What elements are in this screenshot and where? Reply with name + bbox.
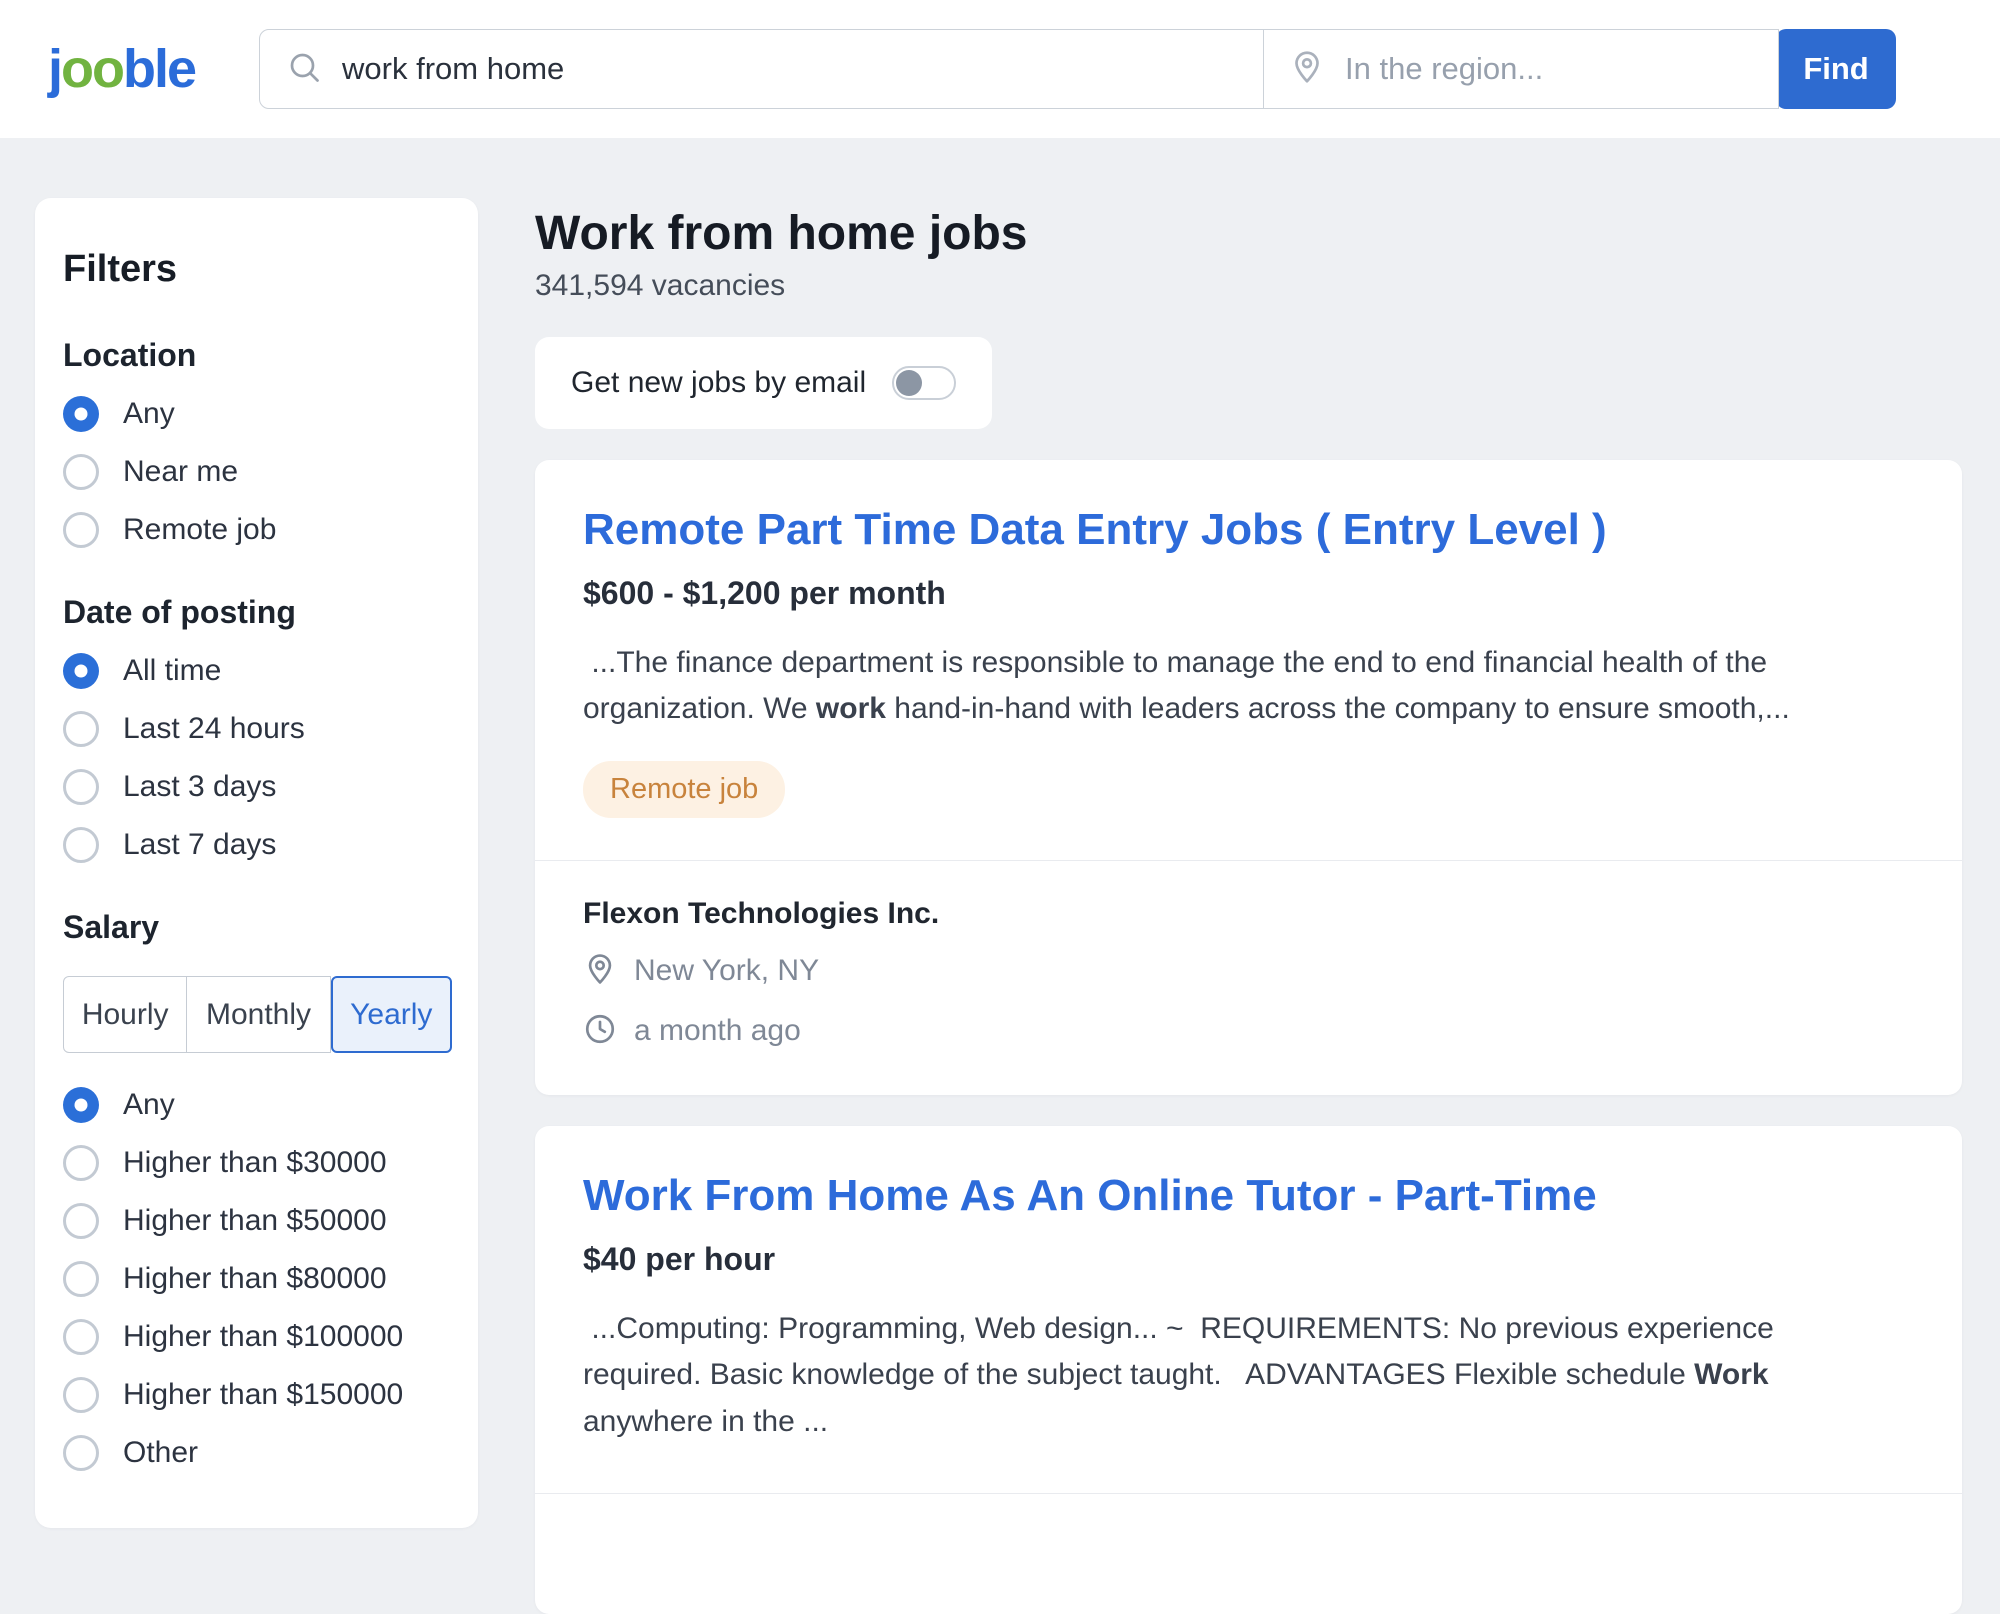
- radio-icon[interactable]: [63, 1377, 99, 1413]
- region-search-field[interactable]: [1263, 29, 1779, 109]
- radio-icon[interactable]: [63, 1203, 99, 1239]
- radio-icon[interactable]: [63, 1145, 99, 1181]
- radio-label: Other: [123, 1436, 198, 1470]
- radio-label: Higher than $50000: [123, 1204, 387, 1238]
- filters-title: Filters: [63, 248, 452, 291]
- date-option-all-time[interactable]: All time: [63, 653, 452, 689]
- date-option-last-7-days[interactable]: Last 7 days: [63, 827, 452, 863]
- job-description-highlight: work: [816, 692, 886, 725]
- logo-part-ble: ble: [123, 39, 195, 99]
- job-posted-row: a month ago: [583, 1012, 1914, 1051]
- toggle-knob: [896, 370, 922, 396]
- date-option-last-3-days[interactable]: Last 3 days: [63, 769, 452, 805]
- location-option-any[interactable]: Any: [63, 396, 452, 432]
- email-subscribe-toggle[interactable]: [892, 366, 956, 400]
- salary-option-150000[interactable]: Higher than $150000: [63, 1377, 452, 1413]
- job-description-highlight: Work: [1694, 1358, 1768, 1391]
- vacancies-count: 341,594 vacancies: [535, 269, 1962, 303]
- salary-option-50000[interactable]: Higher than $50000: [63, 1203, 452, 1239]
- clock-icon: [583, 1012, 617, 1051]
- search-icon: [286, 49, 322, 90]
- job-salary: $40 per hour: [583, 1241, 1914, 1278]
- job-description: ...The finance department is responsible…: [583, 640, 1914, 733]
- radio-label: Higher than $100000: [123, 1320, 403, 1354]
- location-pin-icon: [1289, 49, 1325, 90]
- page-layout: Filters Location Any Near me Remote job …: [0, 138, 2000, 1614]
- email-subscribe-card: Get new jobs by email: [535, 337, 992, 429]
- remote-job-badge: Remote job: [583, 761, 785, 818]
- tab-hourly[interactable]: Hourly: [63, 976, 187, 1053]
- email-subscribe-label: Get new jobs by email: [571, 366, 866, 400]
- radio-icon[interactable]: [63, 827, 99, 863]
- job-description-text: ...Computing: Programming, Web design...…: [583, 1312, 1782, 1392]
- location-option-remote-job[interactable]: Remote job: [63, 512, 452, 548]
- salary-option-other[interactable]: Other: [63, 1435, 452, 1471]
- radio-label: Higher than $30000: [123, 1146, 387, 1180]
- radio-icon[interactable]: [63, 1261, 99, 1297]
- job-salary: $600 - $1,200 per month: [583, 575, 1914, 612]
- job-card: Remote Part Time Data Entry Jobs ( Entry…: [535, 460, 1962, 1095]
- job-location-row: New York, NY: [583, 952, 1914, 991]
- logo-part-oo: oo: [61, 39, 123, 99]
- logo-part-j: j: [48, 39, 61, 99]
- tab-yearly[interactable]: Yearly: [331, 976, 452, 1053]
- radio-icon[interactable]: [63, 512, 99, 548]
- radio-icon[interactable]: [63, 454, 99, 490]
- job-title-link[interactable]: Remote Part Time Data Entry Jobs ( Entry…: [583, 504, 1607, 557]
- salary-option-80000[interactable]: Higher than $80000: [63, 1261, 452, 1297]
- radio-label: Last 7 days: [123, 828, 276, 862]
- find-button[interactable]: Find: [1776, 29, 1896, 109]
- region-input[interactable]: [1345, 51, 1752, 87]
- date-section-heading: Date of posting: [63, 594, 452, 631]
- radio-icon[interactable]: [63, 1435, 99, 1471]
- company-name: Flexon Technologies Inc.: [583, 897, 1914, 931]
- radio-label: Last 24 hours: [123, 712, 305, 746]
- job-title-link[interactable]: Work From Home As An Online Tutor - Part…: [583, 1170, 1597, 1223]
- search-bar: Find: [259, 29, 1952, 109]
- radio-checked-icon[interactable]: [63, 1087, 99, 1123]
- radio-label: Any: [123, 397, 175, 431]
- top-header: jooble Find: [0, 0, 2000, 138]
- radio-checked-icon[interactable]: [63, 396, 99, 432]
- search-input[interactable]: [342, 51, 1237, 87]
- job-description: ...Computing: Programming, Web design...…: [583, 1306, 1914, 1446]
- radio-checked-icon[interactable]: [63, 653, 99, 689]
- jooble-logo[interactable]: jooble: [48, 38, 195, 100]
- job-card: Work From Home As An Online Tutor - Part…: [535, 1126, 1962, 1614]
- job-posted-time: a month ago: [634, 1014, 801, 1048]
- radio-label: All time: [123, 654, 221, 688]
- page-title: Work from home jobs: [535, 206, 1962, 261]
- keyword-search-field[interactable]: [259, 29, 1264, 109]
- location-pin-icon: [583, 952, 617, 991]
- radio-label: Last 3 days: [123, 770, 276, 804]
- salary-section-heading: Salary: [63, 909, 452, 946]
- company-info: Flexon Technologies Inc. New York, NY: [583, 861, 1914, 1095]
- radio-label: Near me: [123, 455, 238, 489]
- job-description-text: hand-in-hand with leaders across the com…: [886, 692, 1790, 725]
- radio-label: Any: [123, 1088, 175, 1122]
- filters-panel: Filters Location Any Near me Remote job …: [35, 198, 478, 1528]
- job-location: New York, NY: [634, 954, 819, 988]
- card-clipped-area: [583, 1494, 1914, 1614]
- radio-label: Higher than $80000: [123, 1262, 387, 1296]
- results-column: Work from home jobs 341,594 vacancies Ge…: [535, 198, 1962, 1614]
- location-option-near-me[interactable]: Near me: [63, 454, 452, 490]
- salary-period-tabs: Hourly Monthly Yearly: [63, 976, 452, 1053]
- salary-option-30000[interactable]: Higher than $30000: [63, 1145, 452, 1181]
- salary-option-100000[interactable]: Higher than $100000: [63, 1319, 452, 1355]
- tab-monthly[interactable]: Monthly: [187, 976, 330, 1053]
- radio-icon[interactable]: [63, 1319, 99, 1355]
- radio-label: Higher than $150000: [123, 1378, 403, 1412]
- radio-icon[interactable]: [63, 769, 99, 805]
- salary-option-any[interactable]: Any: [63, 1087, 452, 1123]
- location-section-heading: Location: [63, 337, 452, 374]
- radio-label: Remote job: [123, 513, 276, 547]
- radio-icon[interactable]: [63, 711, 99, 747]
- date-option-last-24-hours[interactable]: Last 24 hours: [63, 711, 452, 747]
